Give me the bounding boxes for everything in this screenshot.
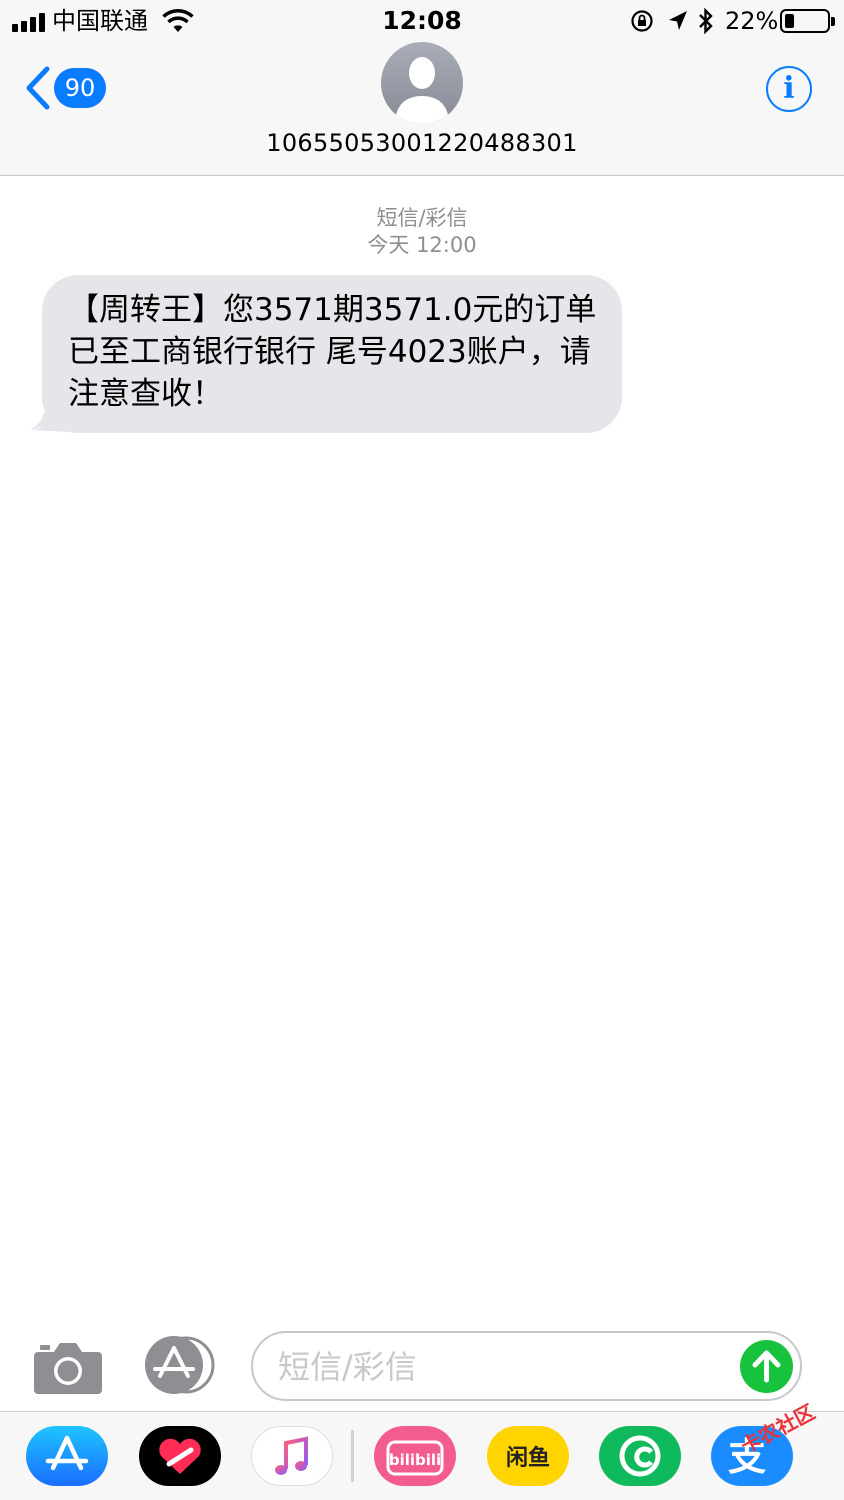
bilibili-label: bilibili — [389, 1451, 441, 1469]
app-store-icon[interactable] — [142, 1336, 218, 1394]
back-button[interactable]: 90 — [22, 64, 106, 112]
contact-number[interactable]: 10655053001220488301 — [0, 128, 844, 158]
bilibili-icon: bilibili — [374, 1426, 456, 1486]
bluetooth-icon — [699, 7, 713, 35]
camera-icon[interactable] — [34, 1338, 102, 1394]
app-store-icon — [26, 1426, 108, 1486]
send-arrow-icon — [752, 1350, 781, 1383]
xianyu-icon: 闲鱼 — [487, 1426, 569, 1486]
bilibili-app[interactable]: bilibili — [374, 1426, 456, 1486]
message-type-label: 短信/彩信 — [376, 206, 468, 230]
heart-icon — [139, 1426, 221, 1486]
chat-bubble-icon — [599, 1426, 681, 1486]
unread-count-badge: 90 — [54, 68, 106, 108]
drawer-divider — [351, 1430, 354, 1482]
conversation-header: 90 10655053001220488301 i — [0, 42, 844, 176]
battery-icon — [780, 9, 835, 33]
music-app[interactable] — [251, 1426, 333, 1486]
app-store-app[interactable] — [26, 1426, 108, 1486]
message-text: 【周转王】您3571期3571.0元的订单已至工商银行银行 尾号4023账户，请… — [68, 292, 597, 412]
digital-touch-app[interactable] — [139, 1426, 221, 1486]
status-bar: 中国联通 12:08 22% — [0, 0, 844, 44]
battery-percentage: 22% — [725, 7, 779, 35]
info-button[interactable]: i — [766, 66, 812, 112]
person-icon — [395, 57, 449, 124]
message-input-placeholder: 短信/彩信 — [278, 1348, 417, 1386]
message-timestamp: 今天 12:00 — [367, 233, 477, 257]
xianyu-app[interactable]: 闲鱼 — [487, 1426, 569, 1486]
message-input[interactable]: 短信/彩信 — [251, 1331, 802, 1401]
clock: 12:08 — [382, 6, 462, 35]
contact-avatar[interactable] — [381, 42, 463, 124]
imessage-app-drawer: bilibili 闲鱼 支 — [0, 1411, 844, 1500]
location-icon — [669, 11, 687, 30]
battery-fill — [785, 14, 794, 28]
incoming-message-bubble[interactable]: 【周转王】您3571期3571.0元的订单已至工商银行银行 尾号4023账户，请… — [42, 275, 622, 433]
send-button[interactable] — [740, 1340, 793, 1393]
chevron-left-icon — [26, 66, 50, 110]
green-app[interactable] — [599, 1426, 681, 1486]
orientation-lock-icon — [631, 10, 653, 32]
music-note-icon — [252, 1427, 332, 1485]
xianyu-label: 闲鱼 — [506, 1445, 550, 1471]
